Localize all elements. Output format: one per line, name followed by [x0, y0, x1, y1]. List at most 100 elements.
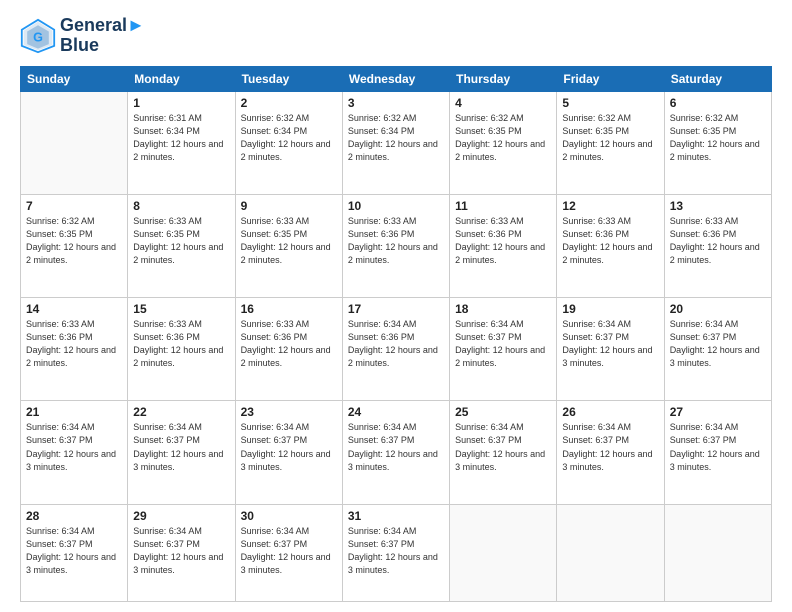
- day-info: Sunrise: 6:32 AMSunset: 6:34 PMDaylight:…: [348, 112, 444, 164]
- day-number: 4: [455, 96, 551, 110]
- day-number: 9: [241, 199, 337, 213]
- weekday-saturday: Saturday: [664, 66, 771, 91]
- day-number: 18: [455, 302, 551, 316]
- week-row-2: 7 Sunrise: 6:32 AMSunset: 6:35 PMDaylight…: [21, 194, 772, 297]
- calendar-cell: 13 Sunrise: 6:33 AMSunset: 6:36 PMDayligh…: [664, 194, 771, 297]
- calendar-cell: [21, 91, 128, 194]
- weekday-wednesday: Wednesday: [342, 66, 449, 91]
- calendar-cell: 4 Sunrise: 6:32 AMSunset: 6:35 PMDaylight…: [450, 91, 557, 194]
- calendar-cell: 21 Sunrise: 6:34 AMSunset: 6:37 PMDayligh…: [21, 401, 128, 504]
- day-info: Sunrise: 6:34 AMSunset: 6:37 PMDaylight:…: [562, 421, 658, 473]
- week-row-1: 1 Sunrise: 6:31 AMSunset: 6:34 PMDaylight…: [21, 91, 772, 194]
- logo-text: General► Blue: [60, 16, 145, 56]
- day-number: 31: [348, 509, 444, 523]
- day-info: Sunrise: 6:32 AMSunset: 6:35 PMDaylight:…: [670, 112, 766, 164]
- day-info: Sunrise: 6:31 AMSunset: 6:34 PMDaylight:…: [133, 112, 229, 164]
- week-row-4: 21 Sunrise: 6:34 AMSunset: 6:37 PMDayligh…: [21, 401, 772, 504]
- calendar-cell: 8 Sunrise: 6:33 AMSunset: 6:35 PMDaylight…: [128, 194, 235, 297]
- day-number: 7: [26, 199, 122, 213]
- day-number: 28: [26, 509, 122, 523]
- day-info: Sunrise: 6:32 AMSunset: 6:34 PMDaylight:…: [241, 112, 337, 164]
- page: G General► Blue SundayMondayTuesdayWedne…: [0, 0, 792, 612]
- day-number: 3: [348, 96, 444, 110]
- day-number: 26: [562, 405, 658, 419]
- day-info: Sunrise: 6:33 AMSunset: 6:36 PMDaylight:…: [562, 215, 658, 267]
- weekday-friday: Friday: [557, 66, 664, 91]
- calendar-cell: 12Sunrise: 6:33 AMSunset: 6:36 PMDayligh…: [557, 194, 664, 297]
- calendar-cell: 10 Sunrise: 6:33 AMSunset: 6:36 PMDayligh…: [342, 194, 449, 297]
- day-info: Sunrise: 6:33 AMSunset: 6:36 PMDaylight:…: [455, 215, 551, 267]
- weekday-thursday: Thursday: [450, 66, 557, 91]
- day-info: Sunrise: 6:34 AMSunset: 6:37 PMDaylight:…: [26, 421, 122, 473]
- day-number: 25: [455, 405, 551, 419]
- day-info: Sunrise: 6:34 AMSunset: 6:37 PMDaylight:…: [562, 318, 658, 370]
- day-number: 14: [26, 302, 122, 316]
- weekday-header-row: SundayMondayTuesdayWednesdayThursdayFrid…: [21, 66, 772, 91]
- calendar-table: SundayMondayTuesdayWednesdayThursdayFrid…: [20, 66, 772, 602]
- calendar-cell: 20 Sunrise: 6:34 AMSunset: 6:37 PMDayligh…: [664, 298, 771, 401]
- day-info: Sunrise: 6:33 AMSunset: 6:35 PMDaylight:…: [241, 215, 337, 267]
- day-info: Sunrise: 6:34 AMSunset: 6:36 PMDaylight:…: [348, 318, 444, 370]
- weekday-tuesday: Tuesday: [235, 66, 342, 91]
- day-info: Sunrise: 6:33 AMSunset: 6:36 PMDaylight:…: [670, 215, 766, 267]
- calendar-cell: 17 Sunrise: 6:34 AMSunset: 6:36 PMDayligh…: [342, 298, 449, 401]
- calendar-cell: 28 Sunrise: 6:34 AMSunset: 6:37 PMDayligh…: [21, 504, 128, 601]
- day-info: Sunrise: 6:34 AMSunset: 6:37 PMDaylight:…: [455, 318, 551, 370]
- calendar-cell: 11Sunrise: 6:33 AMSunset: 6:36 PMDayligh…: [450, 194, 557, 297]
- day-number: 8: [133, 199, 229, 213]
- calendar-cell: 16Sunrise: 6:33 AMSunset: 6:36 PMDayligh…: [235, 298, 342, 401]
- day-number: 6: [670, 96, 766, 110]
- day-info: Sunrise: 6:33 AMSunset: 6:36 PMDaylight:…: [133, 318, 229, 370]
- calendar-cell: 15 Sunrise: 6:33 AMSunset: 6:36 PMDayligh…: [128, 298, 235, 401]
- calendar-cell: 14Sunrise: 6:33 AMSunset: 6:36 PMDayligh…: [21, 298, 128, 401]
- day-number: 10: [348, 199, 444, 213]
- calendar-cell: 25 Sunrise: 6:34 AMSunset: 6:37 PMDayligh…: [450, 401, 557, 504]
- day-info: Sunrise: 6:32 AMSunset: 6:35 PMDaylight:…: [562, 112, 658, 164]
- calendar-cell: [557, 504, 664, 601]
- calendar-cell: 7 Sunrise: 6:32 AMSunset: 6:35 PMDaylight…: [21, 194, 128, 297]
- week-row-3: 14 Sunrise: 6:33 AMSunset: 6:36 PMDayligh…: [21, 298, 772, 401]
- calendar-cell: 29Sunrise: 6:34 AMSunset: 6:37 PMDayligh…: [128, 504, 235, 601]
- day-number: 1: [133, 96, 229, 110]
- day-number: 30: [241, 509, 337, 523]
- day-number: 24: [348, 405, 444, 419]
- day-number: 27: [670, 405, 766, 419]
- day-info: Sunrise: 6:32 AMSunset: 6:35 PMDaylight:…: [455, 112, 551, 164]
- day-number: 13: [670, 199, 766, 213]
- day-number: 17: [348, 302, 444, 316]
- day-info: Sunrise: 6:32 AMSunset: 6:35 PMDaylight:…: [26, 215, 122, 267]
- day-info: Sunrise: 6:34 AMSunset: 6:37 PMDaylight:…: [241, 421, 337, 473]
- day-number: 20: [670, 302, 766, 316]
- day-number: 21: [26, 405, 122, 419]
- day-number: 2: [241, 96, 337, 110]
- day-number: 29: [133, 509, 229, 523]
- calendar-cell: [450, 504, 557, 601]
- day-info: Sunrise: 6:34 AMSunset: 6:37 PMDaylight:…: [348, 525, 444, 577]
- logo: G General► Blue: [20, 16, 145, 56]
- day-number: 5: [562, 96, 658, 110]
- week-row-5: 28 Sunrise: 6:34 AMSunset: 6:37 PMDayligh…: [21, 504, 772, 601]
- calendar-cell: 5 Sunrise: 6:32 AMSunset: 6:35 PMDaylight…: [557, 91, 664, 194]
- svg-text:G: G: [33, 30, 43, 44]
- day-info: Sunrise: 6:33 AMSunset: 6:36 PMDaylight:…: [348, 215, 444, 267]
- day-number: 23: [241, 405, 337, 419]
- day-info: Sunrise: 6:34 AMSunset: 6:37 PMDaylight:…: [26, 525, 122, 577]
- day-info: Sunrise: 6:33 AMSunset: 6:35 PMDaylight:…: [133, 215, 229, 267]
- calendar-cell: 1 Sunrise: 6:31 AMSunset: 6:34 PMDaylight…: [128, 91, 235, 194]
- calendar-cell: 22 Sunrise: 6:34 AMSunset: 6:37 PMDayligh…: [128, 401, 235, 504]
- calendar-cell: 19Sunrise: 6:34 AMSunset: 6:37 PMDayligh…: [557, 298, 664, 401]
- calendar-cell: 30 Sunrise: 6:34 AMSunset: 6:37 PMDayligh…: [235, 504, 342, 601]
- day-info: Sunrise: 6:34 AMSunset: 6:37 PMDaylight:…: [348, 421, 444, 473]
- day-number: 16: [241, 302, 337, 316]
- day-info: Sunrise: 6:34 AMSunset: 6:37 PMDaylight:…: [133, 421, 229, 473]
- day-number: 15: [133, 302, 229, 316]
- day-info: Sunrise: 6:34 AMSunset: 6:37 PMDaylight:…: [670, 318, 766, 370]
- day-info: Sunrise: 6:34 AMSunset: 6:37 PMDaylight:…: [455, 421, 551, 473]
- calendar-cell: 3 Sunrise: 6:32 AMSunset: 6:34 PMDaylight…: [342, 91, 449, 194]
- day-number: 22: [133, 405, 229, 419]
- calendar-cell: 9 Sunrise: 6:33 AMSunset: 6:35 PMDaylight…: [235, 194, 342, 297]
- calendar-cell: 26 Sunrise: 6:34 AMSunset: 6:37 PMDayligh…: [557, 401, 664, 504]
- day-info: Sunrise: 6:34 AMSunset: 6:37 PMDaylight:…: [241, 525, 337, 577]
- calendar-cell: 24 Sunrise: 6:34 AMSunset: 6:37 PMDayligh…: [342, 401, 449, 504]
- weekday-monday: Monday: [128, 66, 235, 91]
